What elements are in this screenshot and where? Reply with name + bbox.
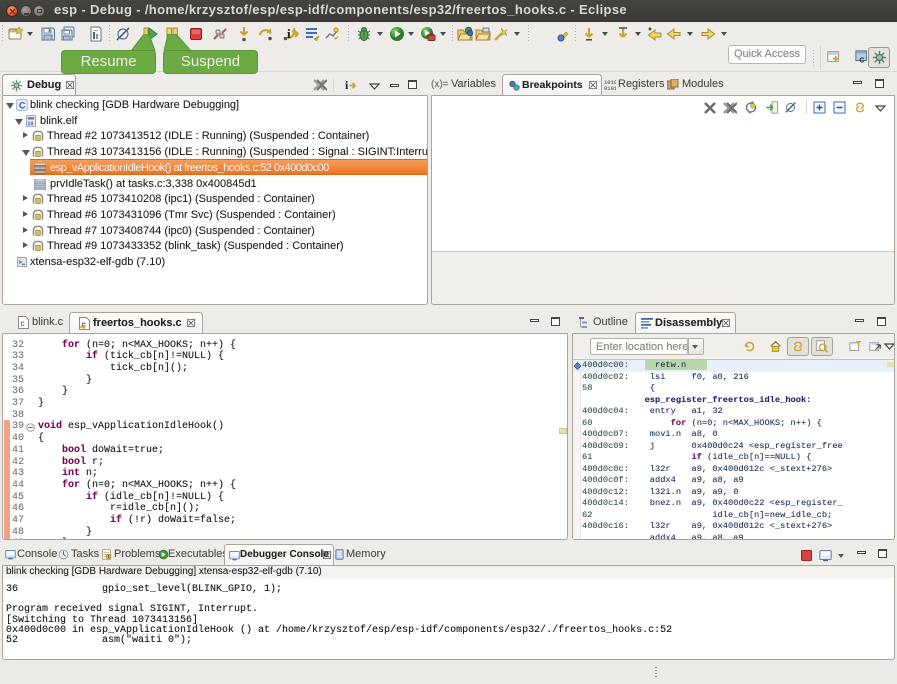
svg-text:C: C <box>859 57 864 64</box>
svg-text:10: 10 <box>27 120 33 126</box>
svg-text:C: C <box>19 100 26 110</box>
svg-text:0101: 0101 <box>604 85 616 90</box>
svg-text:c: c <box>21 319 25 328</box>
svg-text:i: i <box>345 80 348 92</box>
